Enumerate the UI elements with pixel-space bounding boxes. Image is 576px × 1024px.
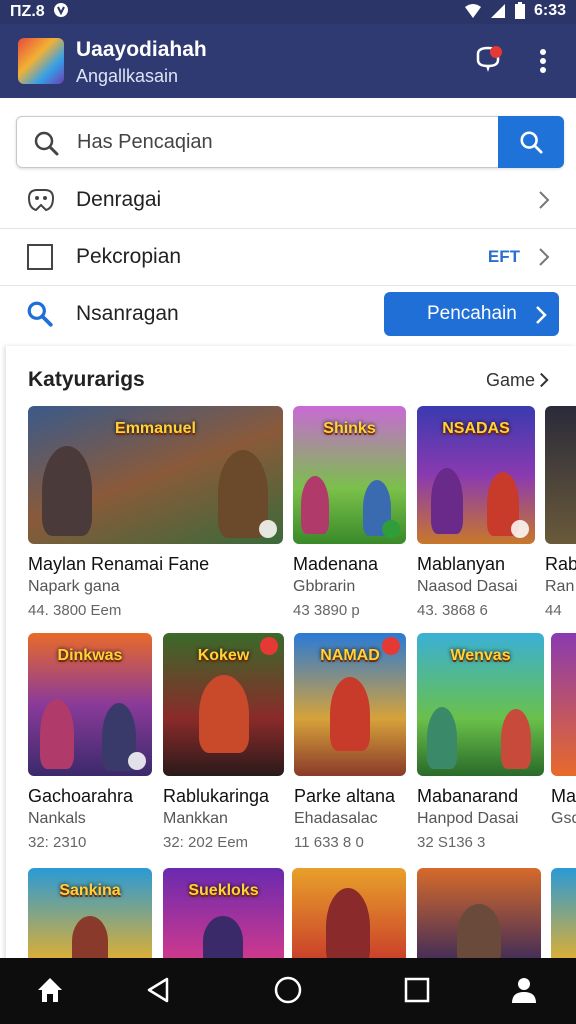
- menu-row-denragai[interactable]: Denragai: [0, 172, 576, 229]
- game-title: Gachoarahra: [28, 786, 134, 806]
- status-time-left: ΠΖ.8: [10, 3, 45, 20]
- game-title: Parke altana: [294, 786, 396, 806]
- home-icon[interactable]: [36, 976, 64, 1004]
- game-art-title: Wenvas: [450, 647, 511, 664]
- game-thumbnail: [551, 868, 576, 966]
- game-meta: 32: 202 Eem: [163, 834, 249, 851]
- game-subtitle: Gsd: [551, 810, 576, 827]
- game-thumbnail: [551, 633, 576, 776]
- game-title: Ma: [551, 786, 576, 806]
- game-title: Rab: [545, 554, 576, 574]
- game-art-title: Suekloks: [188, 882, 259, 899]
- game-art-title: NSADAS: [442, 420, 510, 437]
- game-art-title: Sankina: [59, 882, 121, 899]
- search-icon: [520, 131, 543, 154]
- game-subtitle: Napark gana: [28, 578, 120, 595]
- game-meta: 43. 3868 6: [417, 602, 488, 619]
- game-icon: [27, 189, 55, 212]
- search-action-label: Pencahain: [427, 303, 517, 324]
- wifi-icon: [464, 4, 481, 18]
- game-subtitle: Mankkan: [163, 810, 228, 827]
- game-title: Mabanarand: [417, 786, 519, 806]
- square-icon: [27, 244, 53, 270]
- app-subtitle: Angallkasain: [76, 66, 179, 86]
- signal-icon: [490, 4, 505, 18]
- app-logo: [18, 38, 64, 84]
- game-meta: 32: 2310: [28, 834, 87, 851]
- settings-status-icon: [54, 3, 69, 17]
- status-bar: ΠΖ.8 6:33: [0, 0, 576, 24]
- badge-icon: [259, 520, 277, 538]
- game-thumbnail: Suekloks: [163, 868, 284, 966]
- section-title: Katyurarigs: [28, 368, 145, 391]
- category-panel: Katyurarigs Game Emmanuel Maylan Renamai…: [6, 346, 576, 966]
- back-icon[interactable]: [146, 976, 170, 1004]
- battery-icon: [514, 2, 525, 19]
- game-title: Maylan Renamai Fane: [28, 554, 210, 574]
- game-thumbnail: NAMAD: [294, 633, 406, 776]
- game-thumbnail: [292, 868, 406, 966]
- app-bar: Uaayodiahah Angallkasain: [0, 24, 576, 98]
- game-meta: 11 633 8 0: [294, 834, 364, 851]
- game-meta: 44. 3800 Eem: [28, 602, 122, 619]
- game-thumbnail: [545, 406, 576, 544]
- game-subtitle: Nankals: [28, 810, 86, 827]
- app-title: Uaayodiahah: [76, 38, 207, 61]
- more-vert-icon[interactable]: [530, 46, 556, 76]
- search-input[interactable]: [75, 125, 499, 159]
- game-subtitle: Gbbrarin: [293, 578, 356, 595]
- game-thumbnail: Kokew: [163, 633, 284, 776]
- badge-icon: [128, 752, 146, 770]
- badge-icon: [382, 520, 400, 538]
- game-subtitle: Hanpod Dasai: [417, 810, 519, 827]
- game-title: Mablanyan: [417, 554, 506, 574]
- game-title: Madenana: [293, 554, 379, 574]
- game-subtitle: Naasod Dasai: [417, 578, 518, 595]
- search-icon: [34, 131, 59, 156]
- game-subtitle: Ehadasalac: [294, 810, 378, 827]
- search-action-button[interactable]: Pencahain: [384, 292, 559, 336]
- game-meta: 32 S136 3: [417, 834, 486, 851]
- game-subtitle: Ran: [545, 578, 575, 595]
- game-thumbnail: Wenvas: [417, 633, 544, 776]
- menu-row-pekcropian[interactable]: Pekcropian EFT: [0, 229, 576, 286]
- menu-row-label: Denragai: [76, 188, 162, 211]
- search-icon: [27, 301, 53, 327]
- game-title: Rablukaringa: [163, 786, 270, 806]
- section-more-link[interactable]: Game: [486, 370, 549, 391]
- game-thumbnail: Dinkwas: [28, 633, 152, 776]
- chevron-right-icon: [539, 191, 550, 209]
- game-thumbnail: [417, 868, 541, 966]
- game-meta: 43 3890 p: [293, 602, 360, 619]
- game-art-title: Emmanuel: [115, 420, 196, 437]
- badge-icon: [382, 637, 400, 655]
- status-time: 6:33: [533, 2, 566, 19]
- game-art-title: Dinkwas: [57, 647, 123, 664]
- profile-icon[interactable]: [510, 976, 538, 1004]
- status-right: 6:33: [464, 2, 566, 20]
- chevron-right-icon: [539, 248, 550, 266]
- menu-row-label: Nsanragan: [76, 302, 179, 325]
- game-art-title: Shinks: [323, 420, 376, 437]
- recents-icon[interactable]: [404, 976, 430, 1004]
- chevron-right-icon: [536, 306, 547, 324]
- game-thumbnail: Shinks: [293, 406, 406, 544]
- badge-icon: [511, 520, 529, 538]
- game-thumbnail: NSADAS: [417, 406, 535, 544]
- notification-bell-icon[interactable]: [474, 46, 502, 76]
- chevron-right-icon: [540, 372, 549, 388]
- search-bar: [16, 116, 564, 168]
- game-meta: 44: [545, 602, 562, 619]
- game-thumbnail: Emmanuel: [28, 406, 283, 544]
- badge-icon: [260, 637, 278, 655]
- circle-home-icon[interactable]: [274, 976, 302, 1004]
- status-left: ΠΖ.8: [10, 2, 69, 21]
- row-tag: EFT: [487, 247, 520, 266]
- section-more-label: Game: [486, 370, 536, 390]
- game-thumbnail: Sankina: [28, 868, 152, 966]
- menu-row-label: Pekcropian: [76, 245, 182, 268]
- navigation-bar: [0, 958, 576, 1024]
- search-button[interactable]: [498, 116, 564, 168]
- menu-row-nsanragan: Nsanragan Pencahain: [0, 286, 576, 342]
